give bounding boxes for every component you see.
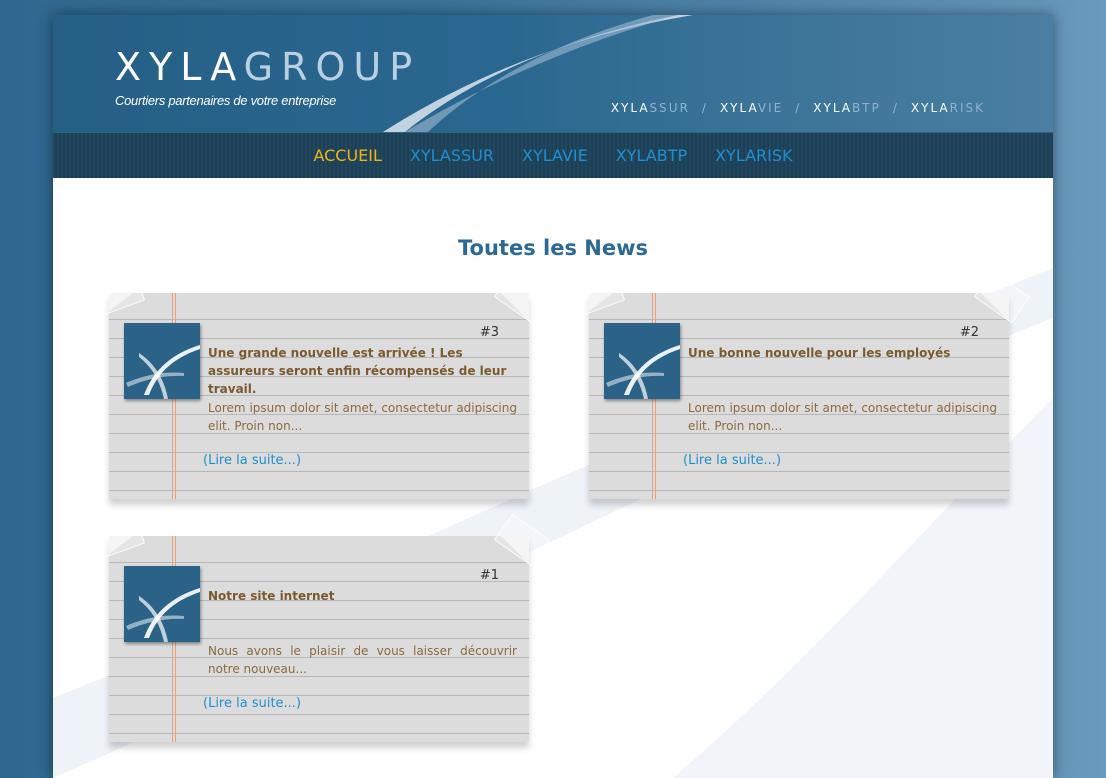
nav-item-xylabtp[interactable]: XYLABTP	[616, 146, 687, 165]
main-nav: ACCUEIL XYLASSUR XYLAVIE XYLABTP XYLARIS…	[53, 132, 1053, 178]
page-title: Toutes les News	[458, 236, 648, 260]
read-more-link[interactable]: (Lire la suite...)	[203, 453, 301, 468]
brand-link-xylabtp[interactable]: XYLABTP	[813, 101, 881, 115]
news-number: #3	[479, 325, 499, 340]
news-headline[interactable]: Notre site internet	[208, 587, 517, 605]
news-number: #1	[479, 568, 499, 583]
page-container: XYLAGROUP Courtiers partenaires de votre…	[53, 15, 1053, 778]
brand-prefix: XYLA	[610, 101, 650, 115]
news-excerpt: Lorem ipsum dolor sit amet, consectetur …	[208, 401, 517, 433]
brand-separator: /	[701, 101, 708, 115]
brand-link-xylassur[interactable]: XYLASSUR	[611, 101, 690, 115]
news-thumbnail	[124, 323, 200, 399]
news-headline[interactable]: Une grande nouvelle est arrivée ! Les as…	[208, 344, 517, 398]
brand-link-xylarisk[interactable]: XYLARISK	[911, 101, 985, 115]
news-headline[interactable]: Une bonne nouvelle pour les employés	[688, 344, 997, 362]
brand-separator: /	[795, 101, 802, 115]
news-card: #2 Une bonne nouvelle pour les employés …	[570, 270, 1031, 499]
nav-item-xylavie[interactable]: XYLAVIE	[522, 146, 588, 165]
brand-link-xylavie[interactable]: XYLAVIE	[720, 101, 783, 115]
nav-item-accueil[interactable]: ACCUEIL	[313, 146, 381, 165]
xyla-swoosh-icon	[126, 345, 200, 399]
news-card: #3 Une grande nouvelle est arrivée ! Les…	[90, 270, 551, 499]
logo-thin: GROUP	[243, 45, 421, 89]
news-card: #1 Notre site internet Nous avons le pla…	[90, 513, 551, 742]
nav-item-xylassur[interactable]: XYLASSUR	[410, 146, 494, 165]
brand-separator: /	[892, 101, 899, 115]
read-more-link[interactable]: (Lire la suite...)	[683, 453, 781, 468]
news-number: #2	[959, 325, 979, 340]
brand-links: XYLASSUR / XYLAVIE / XYLABTP / XYLARISK	[611, 101, 985, 115]
xyla-swoosh-icon	[126, 588, 200, 642]
site-tagline: Courtiers partenaires de votre entrepris…	[115, 93, 337, 108]
brand-prefix: XYLA	[813, 101, 853, 115]
news-thumbnail	[124, 566, 200, 642]
news-thumbnail	[604, 323, 680, 399]
brand-suffix: SSUR	[649, 101, 690, 115]
nav-item-xylarisk[interactable]: XYLARISK	[715, 146, 792, 165]
logo-main: XYLA	[115, 45, 244, 89]
brand-suffix: RISK	[949, 101, 985, 115]
site-header: XYLAGROUP Courtiers partenaires de votre…	[53, 15, 1053, 132]
read-more-link[interactable]: (Lire la suite...)	[203, 696, 301, 711]
main-content: Toutes les News #3 Une grande nouvelle e…	[53, 178, 1053, 778]
site-logo[interactable]: XYLAGROUP	[115, 45, 420, 89]
brand-suffix: VIE	[757, 101, 784, 115]
brand-suffix: BTP	[852, 101, 881, 115]
news-excerpt: Lorem ipsum dolor sit amet, consectetur …	[688, 401, 997, 433]
brand-prefix: XYLA	[910, 101, 950, 115]
brand-prefix: XYLA	[719, 101, 758, 115]
xyla-swoosh-icon	[606, 345, 680, 399]
news-excerpt: Nous avons le plaisir de vous laisser dé…	[208, 644, 517, 676]
